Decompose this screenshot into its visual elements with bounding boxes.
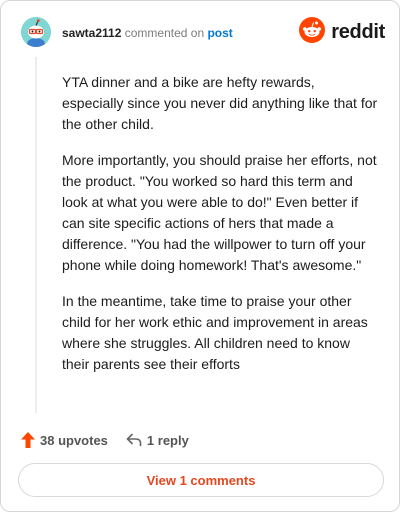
reddit-wordmark: reddit (331, 20, 385, 43)
reddit-logo-icon (299, 16, 326, 48)
snoo-avatar-icon[interactable] (21, 17, 51, 47)
upvote-arrow-icon (21, 432, 35, 448)
post-link[interactable]: post (207, 26, 232, 40)
upvote-button[interactable]: 38 upvotes (21, 432, 108, 448)
reply-button[interactable]: 1 reply (126, 433, 189, 448)
comment-card: sawta2112 commented on post reddit YTA d… (0, 0, 400, 512)
comment-actions: 38 upvotes 1 reply (21, 429, 189, 451)
comment-paragraph: In the meantime, take time to praise you… (62, 293, 368, 372)
reply-count: 1 reply (146, 432, 189, 448)
comment-paragraph: More importantly, you should praise her … (62, 152, 377, 273)
comment-body: YTA dinner and a bike are hefty rewards,… (62, 72, 380, 390)
thread-line[interactable] (35, 57, 37, 413)
comment-paragraph: YTA dinner and a bike are hefty rewards,… (62, 74, 378, 132)
view-comments-label: View 1 comments (146, 472, 256, 488)
action-text: commented on (124, 26, 205, 40)
username-link[interactable]: sawta2112 (62, 26, 121, 40)
view-comments-button[interactable]: View 1 comments (18, 463, 384, 497)
reddit-brand[interactable]: reddit (299, 16, 385, 48)
comment-meta: sawta2112 commented on post (62, 26, 233, 40)
reply-arrow-icon (126, 433, 142, 447)
upvote-count: 38 upvotes (40, 432, 108, 448)
comment-header: sawta2112 commented on post reddit (21, 16, 385, 51)
